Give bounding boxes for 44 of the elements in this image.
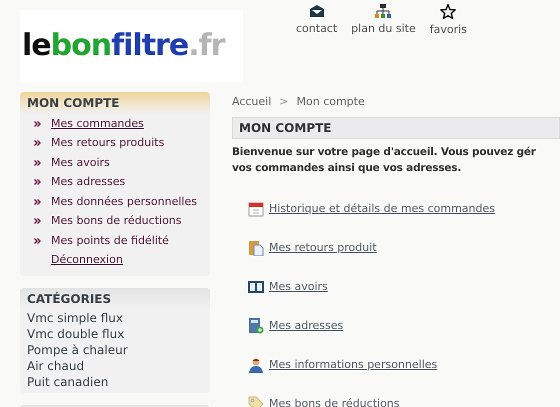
chevron-icon [34,160,41,166]
welcome-text: Bienvenue sur votre page d'accueil. Vous pouvez gér vos commandes ainsi que vos adresses. [232,144,537,176]
breadcrumb-separator: > [279,94,288,110]
category-link[interactable]: Vmc simple flux [20,310,210,326]
category-link[interactable]: Air chaud [20,358,210,374]
breadcrumb-current: Mon compte [296,94,365,110]
envelope-icon [308,4,325,18]
panel-title: MON COMPTE [20,92,210,114]
breadcrumb-link[interactable]: Accueil [232,94,272,110]
chevron-icon [34,238,41,244]
logout-link[interactable]: Déconnexion [51,252,123,268]
account-menu-link[interactable]: Mes retours produits [51,135,164,152]
chevron-icon [34,120,41,127]
account-menu-link[interactable]: Mes adresses [51,174,126,190]
account-menu-link[interactable]: Mes données personnelles [51,194,197,210]
chevron-icon [34,218,41,224]
chevron-icon [34,198,41,205]
chevron-icon [34,179,41,186]
sitemap-icon [375,4,392,18]
account-link[interactable]: Mes avoirs [269,278,328,296]
category-link[interactable]: Pompe à chaleur [20,342,210,358]
chevron-icon [34,140,41,146]
account-menu-link[interactable]: Mes points de fidélité [51,232,169,249]
account-link[interactable]: Historique et détails de mes commandes [269,200,495,218]
account-link[interactable]: Mes adresses [269,318,344,334]
clipboard-icon [248,240,264,256]
account-link[interactable]: Mes retours produit [269,240,377,256]
address-book-icon [248,318,264,334]
site-logo[interactable]: lebonfiltre.fr [20,10,243,82]
star-icon [440,4,456,19]
account-link[interactable]: Mes informations personnelles [269,356,438,374]
page-title: MON COMPTE [232,116,560,138]
calendar-icon [248,201,264,217]
person-icon [248,357,264,373]
book-icon [248,280,264,294]
account-menu-link[interactable]: Mes bons de réductions [51,213,182,230]
header-link[interactable]: favoris [428,4,468,40]
account-menu-link[interactable]: Mes avoirs [51,154,110,171]
category-link[interactable]: Puit canadien [20,374,210,390]
header-link[interactable]: plan du site [350,4,417,40]
account-menu-link[interactable]: Mes commandes [51,116,144,132]
header-link[interactable]: contact [295,4,338,40]
account-link[interactable]: Mes bons de réductions [269,396,400,407]
category-link[interactable]: Vmc double flux [20,326,210,342]
